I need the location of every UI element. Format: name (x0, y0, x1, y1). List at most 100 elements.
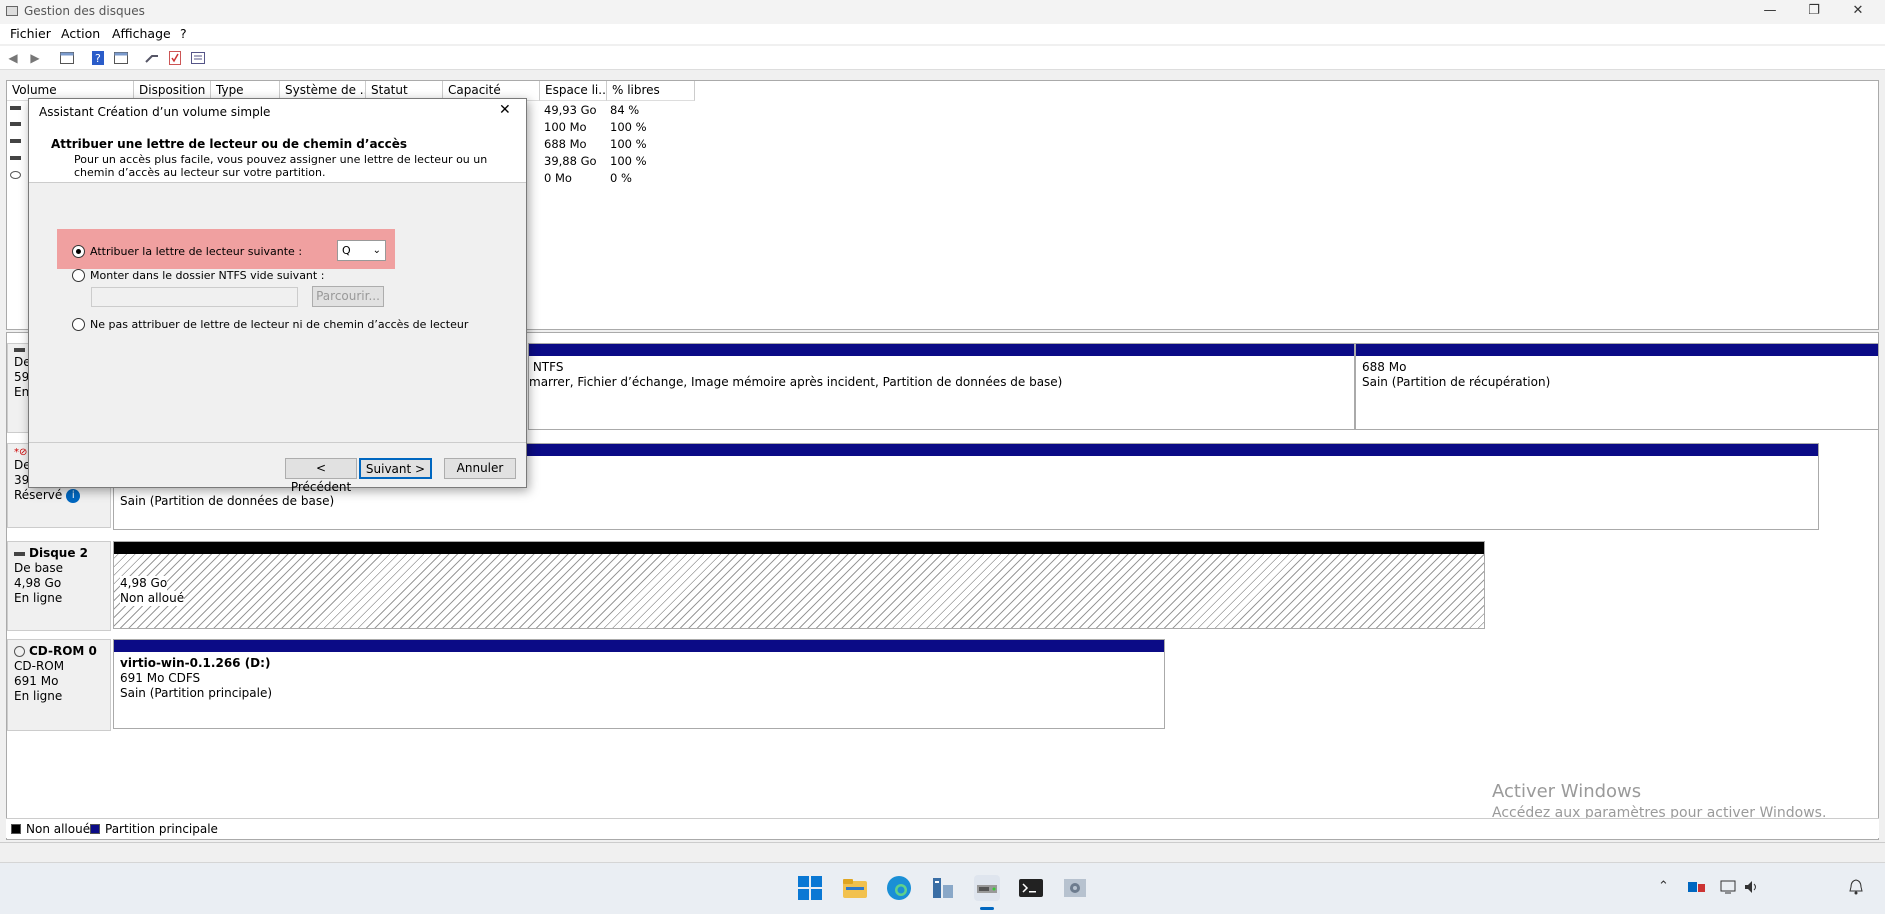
volume-icon (10, 122, 21, 126)
disk-0-main-partition[interactable]: NTFS marrer, Fichier d’échange, Image mé… (528, 343, 1355, 430)
drive-letter-select[interactable]: Q ⌄ (337, 240, 386, 261)
menu-action[interactable]: Action (61, 26, 100, 41)
legend-swatch-unallocated (11, 824, 21, 834)
checklist-icon[interactable] (167, 50, 183, 65)
column-percent-free[interactable]: % libres (607, 81, 695, 101)
disk-icon (14, 348, 25, 352)
partition-status: Sain (Partition de données de base) (120, 494, 335, 508)
cdrom-0-type: CD-ROM (14, 659, 65, 673)
volume-speaker-icon[interactable] (1744, 880, 1762, 894)
info-icon[interactable]: i (66, 488, 81, 503)
no-letter-label[interactable]: Ne pas attribuer de lettre de lecteur ni… (90, 318, 468, 331)
window-title: Gestion des disques (24, 4, 145, 18)
disk-management-icon (6, 6, 18, 16)
browse-button[interactable]: Parcourir... (312, 286, 384, 307)
disk-2-unallocated[interactable]: 4,98 Go Non alloué (113, 541, 1485, 629)
control-panel-icon[interactable] (1062, 875, 1088, 901)
wizard-step-heading: Attribuer une lettre de lecteur ou de ch… (51, 137, 408, 151)
assign-letter-radio[interactable] (72, 245, 85, 258)
back-button[interactable]: < Précédent (285, 458, 357, 494)
title-bar: Gestion des disques — ❐ ✕ (0, 0, 1885, 24)
console-tree-icon[interactable] (59, 50, 75, 65)
notification-bell-icon[interactable] (1849, 879, 1863, 895)
folder-path-input[interactable] (91, 287, 298, 307)
file-explorer-icon[interactable] (842, 875, 868, 901)
dialog-title-bar: Assistant Création d’un volume simple ✕ (29, 99, 526, 125)
server-manager-icon[interactable] (930, 875, 956, 901)
volume-icon (10, 106, 21, 110)
close-icon[interactable]: ✕ (499, 102, 511, 118)
start-icon[interactable] (797, 875, 823, 901)
partition-bar (529, 344, 1354, 356)
column-free-space[interactable]: Espace li... (540, 81, 607, 101)
legend-primary: Partition principale (105, 822, 218, 836)
free-space-cell: 688 Mo (544, 137, 587, 151)
disk-0-recovery-partition[interactable]: 688 Mo Sain (Partition de récupération) (1355, 343, 1879, 430)
partition-bar (114, 640, 1164, 652)
mount-folder-label[interactable]: Monter dans le dossier NTFS vide suivant… (90, 269, 324, 282)
cdrom-icon (14, 646, 25, 657)
partition-size: 4,98 Go (120, 576, 168, 591)
cdrom-0-partition[interactable]: virtio-win-0.1.266 (D:) 691 Mo CDFS Sain… (113, 639, 1165, 729)
unallocated-bar (114, 542, 1484, 554)
no-letter-radio[interactable] (72, 318, 85, 331)
cdrom-0-size: 691 Mo (14, 674, 59, 688)
legend-swatch-primary (90, 824, 100, 834)
dialog-header: Attribuer une lettre de lecteur ou de ch… (29, 125, 526, 183)
mount-folder-radio[interactable] (72, 269, 85, 282)
cdrom-0-info[interactable]: CD-ROM 0 CD-ROM 691 Mo En ligne (7, 639, 111, 731)
connect-icon[interactable] (144, 50, 160, 65)
disk-2-size: 4,98 Go (14, 576, 62, 590)
disk-management-taskbar-icon[interactable] (974, 875, 1000, 901)
disk-icon (14, 551, 25, 556)
free-space-cell: 39,88 Go (544, 154, 597, 168)
active-app-indicator (980, 907, 994, 910)
next-button[interactable]: Suivant > (359, 458, 432, 479)
partition-bar (1356, 344, 1878, 356)
volume-icon (10, 156, 21, 160)
partition-status: Sain (Partition de récupération) (1362, 375, 1551, 389)
partition-status: Sain (Partition principale) (120, 686, 273, 700)
chevron-up-icon[interactable]: ⌃ (1658, 879, 1669, 894)
percent-free-cell: 84 % (610, 103, 640, 117)
close-button[interactable]: ✕ (1835, 0, 1881, 24)
edge-browser-icon[interactable] (886, 875, 912, 901)
minimize-button[interactable]: — (1747, 0, 1793, 24)
status-bar (0, 842, 1885, 862)
disk-2-info[interactable]: Disque 2 De base 4,98 Go En ligne (7, 541, 111, 631)
volume-icon (10, 139, 21, 143)
wizard-step-description: Pour un accès plus facile, vous pouvez a… (74, 153, 488, 166)
properties-icon[interactable] (113, 50, 129, 65)
settings-list-icon[interactable] (190, 50, 206, 65)
partition-name: virtio-win-0.1.266 (D:) (120, 656, 271, 670)
terminal-icon[interactable] (1018, 875, 1044, 901)
menu-affichage[interactable]: Affichage (112, 26, 171, 41)
disk-2-name: Disque 2 (29, 546, 89, 560)
free-space-cell: 0 Mo (544, 171, 572, 185)
help-icon[interactable]: ? (90, 50, 106, 65)
free-space-cell: 49,93 Go (544, 103, 597, 117)
maximize-button[interactable]: ❐ (1791, 0, 1837, 24)
percent-free-cell: 100 % (610, 154, 647, 168)
display-icon[interactable] (1720, 880, 1738, 894)
assign-letter-label[interactable]: Attribuer la lettre de lecteur suivante … (90, 245, 302, 258)
menu-help[interactable]: ? (180, 26, 187, 41)
network-security-icon[interactable] (1688, 880, 1706, 894)
percent-free-cell: 100 % (610, 137, 647, 151)
svg-text:?: ? (95, 52, 101, 65)
partition-filesystem: NTFS (529, 360, 564, 374)
menu-bar: Fichier Action Affichage ? (0, 24, 1885, 44)
taskbar: ⌃ (0, 862, 1885, 914)
menu-fichier[interactable]: Fichier (10, 26, 51, 41)
cancel-button[interactable]: Annuler (444, 458, 516, 479)
toolbar: ◀ ▶ ? (0, 46, 1885, 70)
percent-free-cell: 100 % (610, 120, 647, 134)
percent-free-cell: 0 % (610, 171, 632, 185)
back-arrow-icon[interactable]: ◀ (5, 50, 21, 65)
disk-2-state: En ligne (14, 591, 63, 605)
dialog-title: Assistant Création d’un volume simple (39, 105, 271, 119)
forward-arrow-icon[interactable]: ▶ (27, 50, 43, 65)
cdrom-0-name: CD-ROM 0 (29, 644, 97, 658)
legend-unallocated: Non alloué (26, 822, 91, 836)
disk-2-type: De base (14, 561, 64, 575)
